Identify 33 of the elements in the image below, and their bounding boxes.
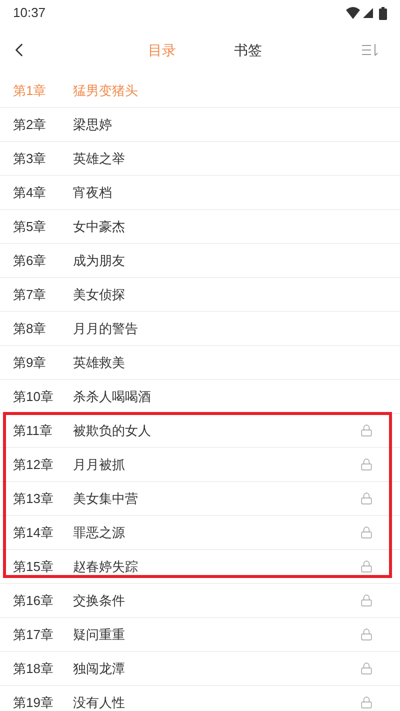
chapter-item[interactable]: 第10章 杀杀人喝喝酒 [0, 380, 400, 414]
chapter-item[interactable]: 第13章 美女集中营 [0, 482, 400, 516]
chapter-item[interactable]: 第2章 梁思婷 [0, 108, 400, 142]
lock-icon [360, 560, 373, 573]
chapter-item[interactable]: 第11章 被欺负的女人 [0, 414, 400, 448]
chapter-item[interactable]: 第18章 独闯龙潭 [0, 652, 400, 686]
lock-icon [360, 526, 373, 539]
lock-icon [360, 458, 373, 471]
lock-icon [360, 594, 373, 607]
chapter-item[interactable]: 第14章 罪恶之源 [0, 516, 400, 550]
lock-icon [360, 628, 373, 641]
chapter-item[interactable]: 第8章 月月的警告 [0, 312, 400, 346]
chapter-item[interactable]: 第12章 月月被抓 [0, 448, 400, 482]
lock-icon [360, 662, 373, 675]
wifi-icon [346, 7, 360, 19]
sort-icon[interactable] [362, 44, 378, 56]
tab[interactable]: 书签 [234, 40, 262, 60]
lock-icon [360, 424, 373, 437]
chapter-item[interactable]: 第9章 英雄救美 [0, 346, 400, 380]
chapter-item[interactable]: 第6章 成为朋友 [0, 244, 400, 278]
chapter-item[interactable]: 第17章 疑问重重 [0, 618, 400, 652]
chapter-item[interactable]: 第5章 女中豪杰 [0, 210, 400, 244]
signal-icon [363, 8, 373, 18]
chapter-item[interactable]: 第3章 英雄之举 [0, 142, 400, 176]
lock-icon [360, 696, 373, 709]
chapter-item[interactable]: 第19章 没有人性 [0, 686, 400, 711]
chapter-item[interactable]: 第16章 交换条件 [0, 584, 400, 618]
status-time: 10:37 [13, 4, 46, 22]
chapter-item[interactable]: 第4章 宵夜档 [0, 176, 400, 210]
chapter-item[interactable]: 第15章 赵春婷失踪 [0, 550, 400, 584]
battery-icon [379, 6, 387, 20]
chapter-item[interactable]: 第7章 美女侦探 [0, 278, 400, 312]
lock-icon [360, 492, 373, 505]
